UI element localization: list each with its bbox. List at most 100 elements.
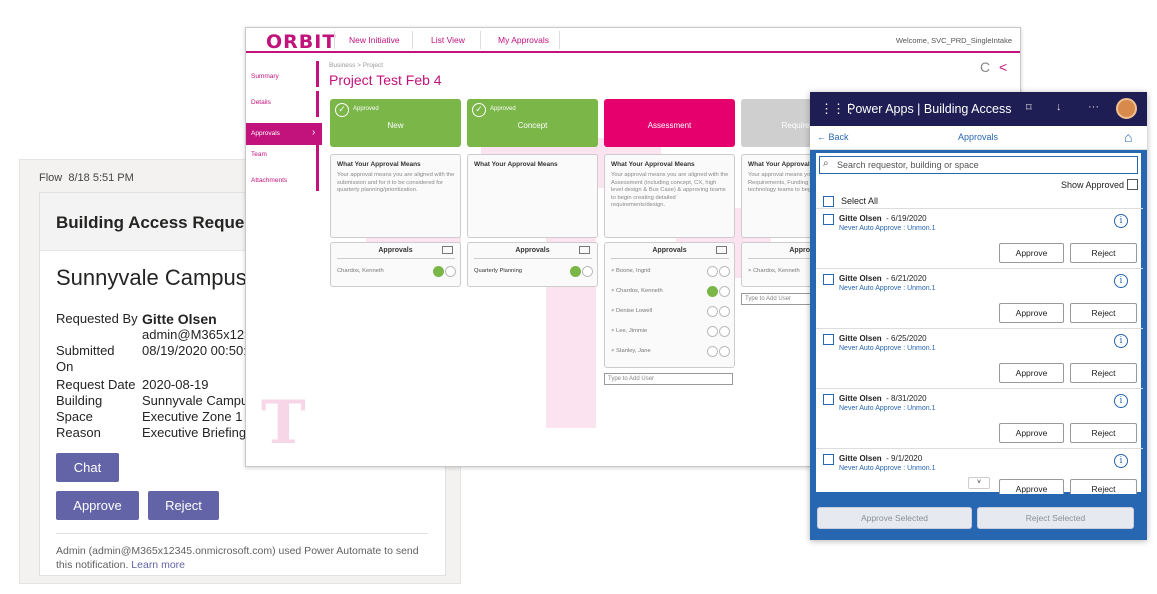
select-all-checkbox[interactable] — [823, 196, 834, 207]
approve-button[interactable]: Approve — [999, 423, 1064, 443]
nav-new-initiative[interactable]: New Initiative — [349, 35, 400, 45]
sidebar-divider — [316, 91, 319, 117]
screen-header: ← Back Approvals ⌂ — [810, 126, 1147, 150]
approved-dot-icon[interactable] — [433, 266, 444, 277]
approved-dot-icon[interactable] — [707, 286, 718, 297]
flow-time: 8/18 5:51 PM — [68, 172, 134, 184]
rejected-dot-icon[interactable] — [719, 326, 730, 337]
sidebar-item-approvals[interactable]: Approvals › — [246, 123, 322, 145]
approved-dot-icon[interactable] — [570, 266, 581, 277]
request-date-label: Request Date — [56, 377, 136, 392]
stage-assessment[interactable]: Assessment — [604, 99, 735, 147]
learn-more-link[interactable]: Learn more — [131, 559, 185, 571]
screen-title: Approvals — [958, 132, 999, 142]
approver-name: × Boone, Ingrid — [611, 268, 651, 274]
approved-dot-icon[interactable] — [707, 346, 718, 357]
stage-concept[interactable]: ✓ Approved Concept — [467, 99, 598, 147]
share-icon[interactable]: < — [999, 59, 1007, 75]
info-icon[interactable]: i — [1114, 214, 1128, 228]
stage-new[interactable]: ✓ Approved New — [330, 99, 461, 147]
rejected-dot-icon[interactable] — [719, 346, 730, 357]
rejected-dot-icon[interactable] — [445, 266, 456, 277]
reject-button[interactable]: Reject — [1070, 363, 1137, 383]
nav-divider — [480, 31, 481, 49]
add-user-input[interactable]: Type to Add User — [604, 373, 733, 385]
search-icon: ⌕ — [823, 158, 829, 169]
meaning-title: What Your Approval Means — [474, 161, 558, 168]
item-checkbox[interactable] — [823, 454, 834, 465]
orbit-topbar: ORBIT New Initiative List View My Approv… — [246, 28, 1020, 53]
space-label: Space — [56, 409, 93, 424]
sidebar-item-team[interactable]: Team — [251, 151, 267, 158]
approval-meaning-box: What Your Approval Means — [467, 154, 598, 238]
item-checkbox[interactable] — [823, 274, 834, 285]
welcome-text: Welcome, SVC_PRD_SingleIntake — [895, 36, 1012, 45]
fit-screen-icon[interactable]: ⌑ — [1026, 101, 1032, 114]
sidebar-item-details[interactable]: Details — [251, 99, 271, 106]
meaning-text: Your approval means you are aligned with… — [611, 172, 729, 209]
sidebar-item-summary[interactable]: Summary — [251, 73, 279, 80]
approve-button[interactable]: Approve — [56, 491, 139, 520]
stage-status: Approved — [490, 106, 516, 112]
sidebar-item-attachments[interactable]: Attachments — [251, 177, 287, 184]
reject-button[interactable]: Reject — [148, 491, 219, 520]
approval-rule: Never Auto Approve : Unmon.1 — [839, 405, 936, 412]
approve-button[interactable]: Approve — [999, 479, 1064, 494]
nav-list-view[interactable]: List View — [431, 35, 465, 45]
item-checkbox[interactable] — [823, 394, 834, 405]
info-icon[interactable]: i — [1114, 394, 1128, 408]
reject-selected-button[interactable]: Reject Selected — [977, 507, 1134, 529]
requested-by-row: Requested By Gitte Olsen — [56, 311, 217, 328]
powerapps-window: ⋮⋮⋮ Power Apps | Building Access ⌑ ↓ ···… — [810, 92, 1147, 540]
item-title: Gitte Olsen - 6/19/2020 — [839, 214, 927, 223]
chat-button[interactable]: Chat — [56, 453, 119, 482]
approve-button[interactable]: Approve — [999, 363, 1064, 383]
building-value: Sunnyvale Campus — [142, 393, 255, 408]
approve-selected-button[interactable]: Approve Selected — [817, 507, 972, 529]
approved-dot-icon[interactable] — [707, 266, 718, 277]
info-icon[interactable]: i — [1114, 454, 1128, 468]
item-title: Gitte Olsen - 9/1/2020 — [839, 454, 922, 463]
back-label: Back — [828, 132, 849, 142]
rejected-dot-icon[interactable] — [719, 306, 730, 317]
info-icon[interactable]: i — [1114, 274, 1128, 288]
show-approved-checkbox[interactable] — [1127, 179, 1138, 190]
orbit-logo[interactable]: ORBIT — [266, 31, 336, 53]
rejected-dot-icon[interactable] — [719, 266, 730, 277]
rejected-dot-icon[interactable] — [719, 286, 730, 297]
item-checkbox[interactable] — [823, 334, 834, 345]
sidebar-item-label: Approvals — [251, 130, 280, 137]
reject-button[interactable]: Reject — [1070, 303, 1137, 323]
flow-source: Flow — [39, 172, 63, 184]
scroll-down-icon[interactable]: ˅ — [968, 477, 990, 489]
reject-button[interactable]: Reject — [1070, 423, 1137, 443]
home-icon[interactable]: ⌂ — [1124, 129, 1132, 145]
sidebar-divider — [316, 143, 319, 169]
list-item: Gitte Olsen - 8/31/2020 Never Auto Appro… — [816, 388, 1143, 448]
approve-button[interactable]: Approve — [999, 243, 1064, 263]
avatar[interactable] — [1116, 98, 1137, 119]
back-button[interactable]: ← Back — [817, 132, 849, 142]
download-icon[interactable]: ↓ — [1056, 101, 1062, 113]
reject-button[interactable]: Reject — [1070, 243, 1137, 263]
envelope-icon[interactable] — [442, 246, 453, 254]
breadcrumb[interactable]: Business > Project — [329, 62, 383, 69]
info-icon[interactable]: i — [1114, 334, 1128, 348]
envelope-icon[interactable] — [579, 246, 590, 254]
approver-name-text: Denise Lowell — [616, 308, 653, 314]
rejected-dot-icon[interactable] — [582, 266, 593, 277]
refresh-icon[interactable]: C — [980, 59, 990, 75]
divider — [337, 258, 455, 259]
approval-rule: Never Auto Approve : Unmon.1 — [839, 465, 936, 472]
approved-dot-icon[interactable] — [707, 306, 718, 317]
envelope-icon[interactable] — [716, 246, 727, 254]
item-checkbox[interactable] — [823, 214, 834, 225]
nav-my-approvals[interactable]: My Approvals — [498, 35, 549, 45]
search-input[interactable]: ⌕ Search requestor, building or space — [819, 156, 1138, 174]
more-icon[interactable]: ··· — [1088, 101, 1099, 113]
approved-dot-icon[interactable] — [707, 326, 718, 337]
reject-button[interactable]: Reject — [1070, 479, 1137, 494]
approvals-heading: Approvals — [652, 247, 687, 254]
approve-button[interactable]: Approve — [999, 303, 1064, 323]
sidebar-divider — [316, 169, 319, 191]
